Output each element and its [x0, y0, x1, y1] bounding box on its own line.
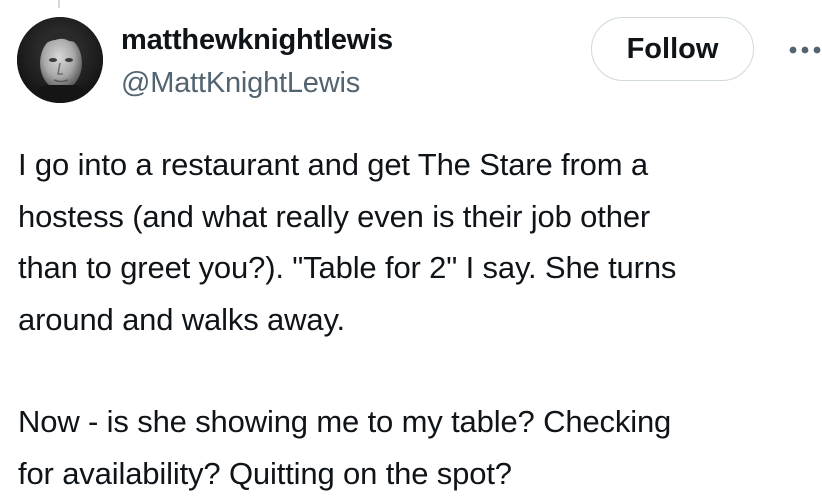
thread-connector-line: [58, 0, 60, 8]
more-horizontal-icon: [789, 46, 821, 54]
avatar[interactable]: [17, 17, 103, 103]
tweet-paragraph: Now - is she showing me to my table? Che…: [18, 404, 672, 491]
author-handle[interactable]: @MattKnightLewis: [121, 65, 393, 101]
profile-photo-image: [17, 17, 103, 103]
author-names: matthewknightlewis @MattKnightLewis: [121, 22, 393, 101]
follow-button[interactable]: Follow: [591, 17, 754, 81]
author-display-name[interactable]: matthewknightlewis: [121, 22, 393, 58]
more-options-button[interactable]: [788, 36, 822, 64]
tweet-paragraph: I go into a restaurant and get The Stare…: [18, 147, 677, 337]
tweet-text: I go into a restaurant and get The Stare…: [18, 139, 818, 499]
